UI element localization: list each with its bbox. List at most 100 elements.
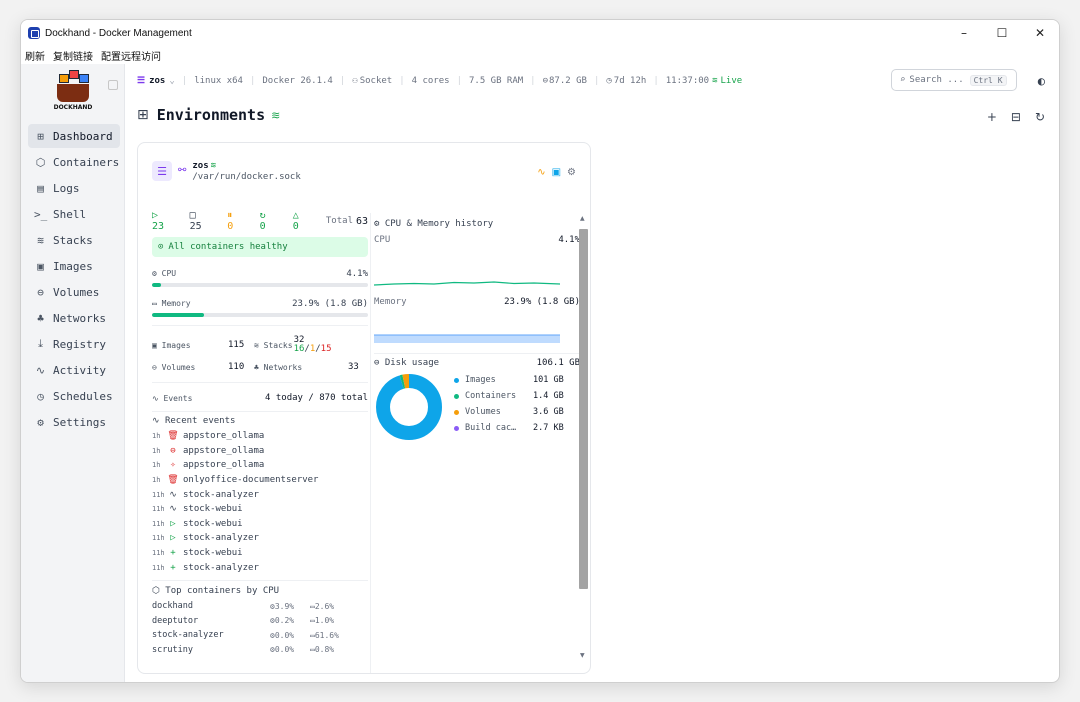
gear-icon[interactable]: ⚙ [567, 167, 576, 178]
top-container-row[interactable]: scrutiny ⚙0.0% ▭0.8% [152, 642, 368, 657]
menu-copy-link[interactable]: 复制链接 [53, 48, 93, 63]
pause-icon: ⏸ [227, 210, 233, 221]
event-container: onlyoffice-documentserver [183, 475, 319, 486]
disk-slice-images[interactable] [376, 374, 442, 440]
sidebar-item-logs[interactable]: ▤ Logs [28, 176, 120, 200]
event-row[interactable]: 11h ∿ stock-webui [152, 502, 368, 517]
layout-icon[interactable]: ⊟ [1011, 110, 1021, 124]
disk-usage-title: Disk usage [384, 358, 440, 368]
layers-icon: ≋ [37, 233, 44, 247]
event-time: 11h [152, 490, 165, 499]
window-controls: – ☐ ✕ [945, 20, 1059, 46]
container-name: deeptutor [152, 615, 199, 626]
sidebar-item-containers[interactable]: ⬡ Containers [28, 150, 120, 174]
sidebar-item-label: Schedules [53, 389, 113, 403]
environment-card[interactable]: ☰ ⚯ zos ≋ /var/run/docker.sock ∿ ▣ ⚙ ▷ 23… [137, 142, 591, 674]
legend-dot [454, 377, 459, 383]
legend-value: 2.7 KB [533, 423, 564, 433]
stop-circle-icon: ⊖ [170, 445, 176, 456]
events-row: ∿ Events 4 today / 870 total [152, 387, 368, 409]
scroll-down-icon[interactable]: ▼ [580, 652, 585, 659]
volumes-label: Volumes [161, 362, 196, 372]
event-row[interactable]: 1h 🗑 onlyoffice-documentserver [152, 473, 368, 488]
minimize-button[interactable]: – [945, 20, 983, 46]
top-containers-title: ⬡ Top containers by CPU [152, 586, 368, 596]
health-status-text: All containers healthy [168, 242, 288, 252]
sidebar-item-label: Logs [53, 181, 80, 195]
search-input[interactable]: ⌕ Search ... Ctrl K [891, 69, 1017, 91]
activity-icon[interactable]: ∿ [537, 167, 545, 178]
scroll-up-icon[interactable]: ▲ [580, 215, 585, 222]
cpu-icon[interactable]: ▣ [552, 167, 561, 178]
event-row[interactable]: 11h + stock-analyzer [152, 560, 368, 575]
event-container: appstore_ollama [183, 445, 265, 456]
cpu-label: CPU [161, 269, 177, 278]
sidebar-item-settings[interactable]: ⚙ Settings [28, 410, 120, 434]
sidebar-item-label: Images [53, 259, 93, 273]
ram-info: 7.5 GB RAM [468, 76, 524, 86]
legend-label: Images [465, 375, 496, 385]
app-icon [28, 27, 40, 39]
legend-value: 101 GB [533, 375, 564, 385]
top-container-row[interactable]: stock-analyzer ⚙0.0% ▭61.6% [152, 628, 368, 643]
top-container-row[interactable]: deeptutor ⚙0.2% ▭1.0% [152, 613, 368, 628]
sidebar-item-volumes[interactable]: ⊖ Volumes [28, 280, 120, 304]
sidebar-item-networks[interactable]: ♣ Networks [28, 306, 120, 330]
env-charts: ⚙ CPU & Memory history CPU 4.1% Memory 2… [374, 213, 580, 442]
top-container-row[interactable]: dockhand ⚙3.9% ▭2.6% [152, 599, 368, 614]
sidebar-collapse-button[interactable] [108, 80, 118, 90]
dockhand-logo[interactable]: DOCKHAND [53, 68, 93, 114]
scroll-thumb[interactable] [579, 229, 588, 589]
env-stats: ▷ 23 □ 25 ⏸ 0 ↻ 0 △ 0 Total 63 ⊙ All con… [152, 210, 368, 657]
event-row[interactable]: 1h 🗑 appstore_ollama [152, 429, 368, 444]
images-count: 115 [228, 340, 245, 350]
images-stacks-row: ▣ Images 115 ≋ Stacks 32 16/1/15 [152, 335, 332, 354]
warning-icon: △ [292, 210, 299, 221]
sidebar-item-schedules[interactable]: ◷ Schedules [28, 384, 120, 408]
sidebar-item-shell[interactable]: >_ Shell [28, 202, 120, 226]
networks-label: Networks [263, 362, 303, 372]
top-containers-label: Top containers by CPU [165, 585, 280, 596]
sidebar-item-images[interactable]: ▣ Images [28, 254, 120, 278]
sidebar-item-label: Settings [53, 415, 106, 429]
container-name: dockhand [152, 601, 193, 612]
legend-value: 3.6 GB [533, 407, 564, 417]
sidebar-item-activity[interactable]: ∿ Activity [28, 358, 120, 382]
env-selector-label: zos [149, 76, 166, 86]
event-row[interactable]: 11h ▷ stock-analyzer [152, 531, 368, 546]
sidebar-item-label: Dashboard [53, 129, 113, 143]
event-container: stock-analyzer [183, 533, 259, 544]
timer-icon: ◷ [37, 389, 44, 403]
env-selector[interactable]: ☰ zos ⌄ [137, 76, 175, 86]
event-container: stock-webui [183, 548, 243, 559]
close-button[interactable]: ✕ [1021, 20, 1059, 46]
event-time: 11h [152, 519, 165, 528]
cpu-bar-fill [152, 283, 161, 287]
card-scrollbar[interactable]: ▲ ▼ [579, 213, 588, 661]
memory-history-area [374, 334, 560, 343]
logo-area: DOCKHAND [21, 64, 124, 122]
refresh-icon[interactable]: ↻ [1035, 110, 1045, 124]
plus-icon: + [170, 562, 176, 573]
cpu-meter: ⚙ CPU 4.1% [152, 269, 368, 279]
sidebar-item-stacks[interactable]: ≋ Stacks [28, 228, 120, 252]
top-containers-list: dockhand ⚙3.9% ▭2.6% deeptutor ⚙0.2% ▭1.0% sto… [152, 599, 368, 657]
theme-toggle-icon[interactable]: ◐ [1038, 74, 1045, 88]
maximize-button[interactable]: ☐ [983, 20, 1021, 46]
sidebar-item-dashboard[interactable]: ⊞ Dashboard [28, 124, 120, 148]
sidebar-item-registry[interactable]: ⤓ Registry [28, 332, 120, 356]
event-row[interactable]: 11h ∿ stock-analyzer [152, 487, 368, 502]
restart-icon: ↻ [259, 210, 266, 221]
event-row[interactable]: 1h ✧ appstore_ollama [152, 458, 368, 473]
event-row[interactable]: 11h ▷ stock-webui [152, 517, 368, 532]
disk-legend-item: Images 101 GB [454, 372, 564, 388]
menu-remote-access[interactable]: 配置远程访问 [101, 48, 161, 63]
legend-label: Build cac… [465, 423, 517, 433]
menu-refresh[interactable]: 刷新 [25, 48, 45, 63]
container-memory: 61.6% [314, 630, 339, 640]
event-row[interactable]: 11h + stock-webui [152, 546, 368, 561]
event-row[interactable]: 1h ⊖ appstore_ollama [152, 444, 368, 459]
add-environment-icon[interactable]: + [987, 110, 997, 124]
plus-icon: + [170, 548, 176, 559]
logo-text: DOCKHAND [53, 104, 93, 111]
